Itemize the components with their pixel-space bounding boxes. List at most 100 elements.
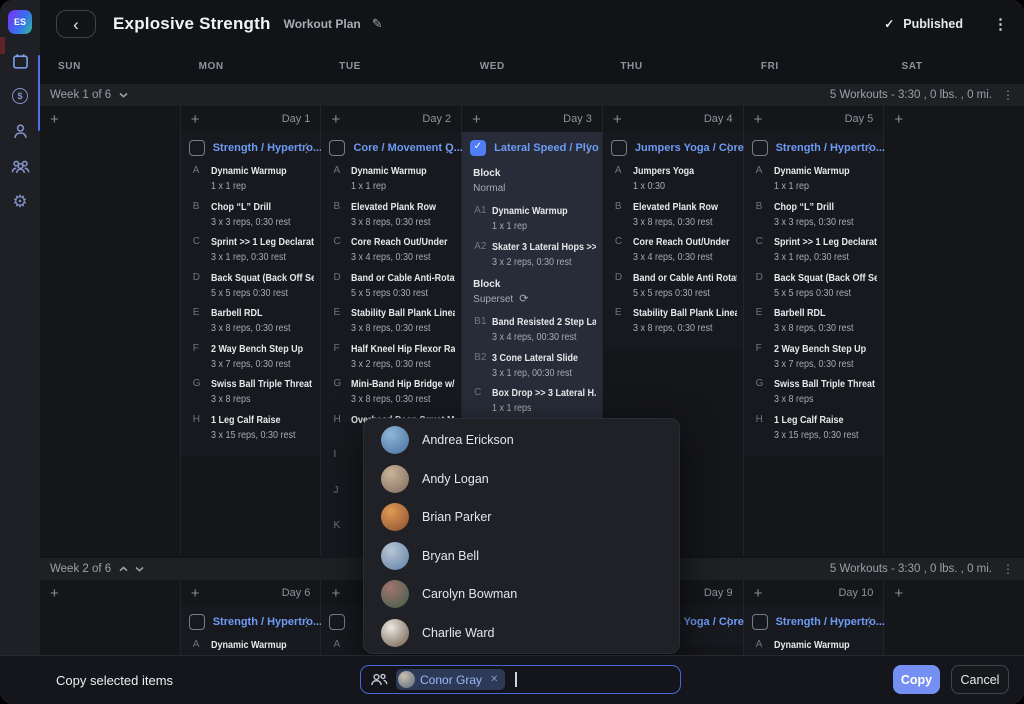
chevron-up-icon[interactable] <box>119 566 128 572</box>
exercise-row[interactable]: ADynamic Warmup1 x 1 rep <box>744 638 884 656</box>
workout-menu-icon[interactable]: ⋮ <box>723 141 735 155</box>
workout-card[interactable]: Jumpers Yoga / Core⋮AJumpers Yoga1 x 0:3… <box>603 132 743 350</box>
add-workout-icon[interactable]: + <box>331 112 340 127</box>
chevron-down-icon[interactable] <box>119 92 128 98</box>
person-item[interactable]: Andy Logan <box>364 460 679 499</box>
workout-menu-icon[interactable]: ⋮ <box>582 141 594 155</box>
exercise-row[interactable]: ADynamic Warmup1 x 1 rep <box>181 164 321 200</box>
person-item[interactable]: Charlie Ward <box>364 614 679 653</box>
workout-title[interactable]: Strength / Hypertro... <box>213 616 293 628</box>
add-workout-icon[interactable]: + <box>754 112 763 127</box>
chevron-down-icon[interactable] <box>135 566 144 572</box>
add-workout-icon[interactable]: + <box>50 112 59 127</box>
exercise-row[interactable]: BChop “L” Drill3 x 3 reps, 0:30 rest <box>744 200 884 236</box>
exercise-row[interactable]: F2 Way Bench Step Up3 x 7 reps, 0:30 res… <box>744 342 884 378</box>
workout-checkbox[interactable] <box>752 614 768 630</box>
workout-title[interactable]: Jumpers Yoga / Core <box>635 142 715 154</box>
payments-icon[interactable]: $ <box>9 85 31 107</box>
week1-kebab-icon[interactable]: ⋮ <box>1002 88 1014 102</box>
exercise-row[interactable]: GMini-Band Hip Bridge w/ ...3 x 8 reps, … <box>321 377 461 413</box>
workout-checkbox[interactable] <box>189 140 205 156</box>
exercise-row[interactable]: BElevated Plank Row3 x 8 reps, 0:30 rest <box>321 200 461 236</box>
exercise-row[interactable]: B1Band Resisted 2 Step Late...3 x 4 reps… <box>462 315 602 351</box>
week2-kebab-icon[interactable]: ⋮ <box>1002 562 1014 576</box>
workout-title[interactable]: Strength / Hypertro... <box>776 142 856 154</box>
workout-title[interactable]: Lateral Speed / Plyo <box>494 142 574 154</box>
exercise-row[interactable]: DBack Squat (Back Off Set)5 x 5 reps 0:3… <box>744 271 884 307</box>
exercise-row[interactable]: EStability Ball Plank Linear ...3 x 8 re… <box>603 306 743 342</box>
workout-menu-icon[interactable]: ⋮ <box>863 141 875 155</box>
add-workout-icon[interactable]: + <box>613 112 622 127</box>
exercise-row[interactable]: BElevated Plank Row3 x 8 reps, 0:30 rest <box>603 200 743 236</box>
exercise-row[interactable]: BChop “L” Drill3 x 3 reps, 0:30 rest <box>181 200 321 236</box>
published-status[interactable]: ✓ Published <box>884 17 963 31</box>
app-logo[interactable]: ES <box>8 10 32 34</box>
calendar-icon[interactable] <box>9 50 31 72</box>
chip-close-icon[interactable]: ✕ <box>490 674 498 685</box>
exercise-row[interactable]: DBand or Cable Anti-Rotati...5 x 5 reps … <box>321 271 461 307</box>
workout-card[interactable]: Strength / Hypertro... ⋮ ADynamic Warmup1 … <box>181 132 321 456</box>
teams-icon[interactable] <box>9 155 31 177</box>
workout-checkbox[interactable] <box>329 140 345 156</box>
add-workout-icon[interactable]: + <box>894 586 903 601</box>
add-workout-icon[interactable]: + <box>331 586 340 601</box>
exercise-row[interactable]: A1Dynamic Warmup1 x 1 rep <box>462 204 602 240</box>
sidebar-scrollbar[interactable] <box>38 55 40 131</box>
person-item[interactable]: Andrea Erickson <box>364 421 679 460</box>
exercise-row[interactable]: EBarbell RDL3 x 8 reps, 0:30 rest <box>744 306 884 342</box>
exercise-row[interactable]: CSprint >> 1 Leg Declarations3 x 1 rep, … <box>181 235 321 271</box>
exercise-row[interactable]: CBox Drop >> 3 Lateral H...1 x 1 reps <box>462 386 602 422</box>
people-search-input[interactable]: Conor Gray ✕ <box>360 665 681 694</box>
workout-card[interactable]: Strength / Hypertro... ⋮ ADynamic Warmup1 … <box>181 606 321 656</box>
header-kebab-icon[interactable]: ⋮ <box>993 15 1008 33</box>
workout-title[interactable]: Strength / Hypertro... <box>213 142 293 154</box>
add-workout-icon[interactable]: + <box>191 112 200 127</box>
workout-card[interactable]: Lateral Speed / Plyo⋮BlockNormalA1Dynami… <box>462 132 602 465</box>
workout-menu-icon[interactable]: ⋮ <box>300 615 312 629</box>
edit-pencil-icon[interactable]: ✎ <box>372 16 383 32</box>
athlete-icon[interactable] <box>9 120 31 142</box>
person-item[interactable]: Carolyn Bowman <box>364 575 679 614</box>
workout-menu-icon[interactable]: ⋮ <box>441 141 453 155</box>
workout-card[interactable]: Strength / Hypertro... ⋮ ADynamic Warmup1 … <box>744 132 884 456</box>
workout-checkbox[interactable] <box>470 140 486 156</box>
exercise-row[interactable]: CCore Reach Out/Under3 x 4 reps, 0:30 re… <box>603 235 743 271</box>
add-workout-icon[interactable]: + <box>191 586 200 601</box>
workout-menu-icon[interactable]: ⋮ <box>723 615 735 629</box>
exercise-row[interactable]: CSprint >> 1 Leg Declarations3 x 1 rep, … <box>744 235 884 271</box>
exercise-row[interactable]: EStability Ball Plank Linear ...3 x 8 re… <box>321 306 461 342</box>
workout-menu-icon[interactable]: ⋮ <box>300 141 312 155</box>
workout-title[interactable]: Core / Movement Q... <box>353 142 433 154</box>
exercise-row[interactable]: CCore Reach Out/Under3 x 4 reps, 0:30 re… <box>321 235 461 271</box>
exercise-row[interactable]: A2Skater 3 Lateral Hops >> ...3 x 2 reps… <box>462 240 602 276</box>
add-workout-icon[interactable]: + <box>894 112 903 127</box>
exercise-row[interactable]: ADynamic Warmup1 x 1 rep <box>744 164 884 200</box>
workout-checkbox[interactable] <box>329 614 345 630</box>
exercise-row[interactable]: DBack Squat (Back Off Set)5 x 5 reps 0:3… <box>181 271 321 307</box>
workout-checkbox[interactable] <box>189 614 205 630</box>
selected-person-chip[interactable]: Conor Gray ✕ <box>396 669 505 690</box>
exercise-row[interactable]: DBand or Cable Anti Rotati...5 x 5 reps … <box>603 271 743 307</box>
exercise-row[interactable]: F2 Way Bench Step Up3 x 7 reps, 0:30 res… <box>181 342 321 378</box>
workout-menu-icon[interactable]: ⋮ <box>863 615 875 629</box>
person-item[interactable]: Brian Parker <box>364 498 679 537</box>
copy-button[interactable]: Copy <box>893 665 940 694</box>
back-button[interactable]: ‹ <box>56 10 96 38</box>
add-workout-icon[interactable]: + <box>754 586 763 601</box>
exercise-row[interactable]: ADynamic Warmup1 x 1 rep <box>181 638 321 656</box>
workout-card[interactable]: Strength / Hypertro...⋮ADynamic Warmup1 … <box>744 606 884 656</box>
settings-icon[interactable]: ⚙ <box>9 190 31 212</box>
cancel-button[interactable]: Cancel <box>951 665 1009 694</box>
workout-checkbox[interactable] <box>752 140 768 156</box>
exercise-row[interactable]: H1 Leg Calf Raise3 x 15 reps, 0:30 rest <box>181 413 321 449</box>
exercise-row[interactable]: H1 Leg Calf Raise3 x 15 reps, 0:30 rest <box>744 413 884 449</box>
exercise-row[interactable]: B23 Cone Lateral Slide3 x 1 rep, 00:30 r… <box>462 351 602 387</box>
exercise-row[interactable]: GSwiss Ball Triple Threat3 x 8 reps <box>744 377 884 413</box>
exercise-row[interactable]: ADynamic Warmup1 x 1 rep <box>321 164 461 200</box>
add-workout-icon[interactable]: + <box>472 112 481 127</box>
exercise-row[interactable]: EBarbell RDL3 x 8 reps, 0:30 rest <box>181 306 321 342</box>
exercise-row[interactable]: FHalf Kneel Hip Flexor Rais...3 x 2 reps… <box>321 342 461 378</box>
exercise-row[interactable]: GSwiss Ball Triple Threat3 x 8 reps <box>181 377 321 413</box>
person-item[interactable]: Bryan Bell <box>364 537 679 576</box>
workout-checkbox[interactable] <box>611 140 627 156</box>
